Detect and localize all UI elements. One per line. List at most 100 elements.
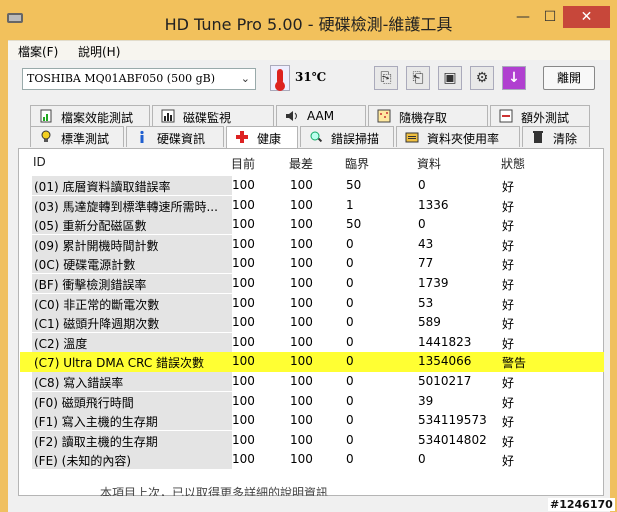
raw-data-value: 5010217 — [418, 374, 472, 388]
attribute-name: (F0) 磁頭飛行時間 — [34, 395, 134, 410]
table-row[interactable]: (FE) (未知的內容) 100 100 0 0 好 — [20, 450, 604, 470]
table-row[interactable]: (0C) 硬碟電源計數 100 100 0 77 好 — [20, 254, 604, 274]
column-header-status[interactable]: 狀態 — [501, 155, 525, 172]
table-row[interactable]: (F1) 寫入主機的生存期 100 100 0 534119573 好 — [20, 411, 604, 431]
tab-erase[interactable]: 清除 — [522, 126, 590, 147]
tab-extra-tests[interactable]: 額外測試 — [490, 105, 590, 126]
worst-value: 100 — [290, 197, 313, 212]
table-row[interactable]: (F2) 讀取主機的生存期 100 100 0 534014802 好 — [20, 430, 604, 451]
smart-attributes-table: ID 目前 最差 臨界 資料 狀態 (01) 底層資料讀取錯誤率 100 100 50… — [18, 148, 604, 496]
column-header-threshold[interactable]: 臨界 — [345, 155, 369, 172]
worst-value: 100 — [290, 334, 313, 349]
health-cross-icon — [236, 131, 248, 143]
raw-data-value: 39 — [418, 393, 434, 408]
table-row[interactable]: (03) 馬達旋轉到標準轉速所需時... 100 100 1 1336 好 — [20, 195, 604, 216]
download-button[interactable]: ↓ — [502, 66, 526, 90]
threshold-value: 50 — [346, 217, 362, 232]
tab-disk-monitor[interactable]: 磁碟監視 — [152, 105, 274, 126]
table-row[interactable]: (C8) 寫入錯誤率 100 100 0 5010217 好 — [20, 372, 604, 392]
exit-button[interactable]: 離開 — [543, 66, 595, 90]
column-header-data[interactable]: 資料 — [417, 155, 441, 172]
minimize-button[interactable]: — — [510, 6, 536, 28]
table-row[interactable]: (C7) Ultra DMA CRC 錯誤次數 100 100 0 1354066 警告 — [20, 352, 604, 373]
tab-aam[interactable]: AAM — [276, 105, 366, 126]
status-value: 好 — [502, 278, 515, 292]
title-bar[interactable]: HD Tune Pro 5.00 - 硬碟檢測-維護工具 — ☐ ✕ — [0, 0, 617, 40]
threshold-value: 0 — [346, 393, 354, 408]
worst-value: 100 — [290, 256, 313, 271]
table-row[interactable]: (F0) 磁頭飛行時間 100 100 0 39 好 — [20, 391, 604, 412]
worst-value: 100 — [290, 413, 313, 428]
threshold-value: 0 — [346, 432, 354, 447]
column-header-current[interactable]: 目前 — [231, 155, 255, 172]
worst-value: 100 — [290, 393, 313, 408]
chevron-down-icon: ⌄ — [240, 72, 250, 85]
column-header-id[interactable]: ID — [33, 155, 46, 169]
worst-value: 100 — [290, 374, 313, 388]
menu-help[interactable]: 說明(H) — [78, 43, 120, 60]
status-value: 好 — [502, 297, 515, 312]
trash-icon — [533, 131, 543, 143]
tab-health[interactable]: 健康 — [226, 126, 298, 148]
copy-all-button[interactable]: ⎗ — [406, 66, 430, 90]
options-button[interactable]: ⚙ — [470, 66, 494, 90]
status-value: 好 — [502, 376, 515, 390]
info-icon — [140, 130, 144, 143]
tab-label: 額外測試 — [521, 111, 570, 125]
column-header-worst[interactable]: 最差 — [289, 155, 313, 172]
worst-value: 100 — [290, 276, 313, 290]
raw-data-value: 77 — [418, 256, 434, 271]
close-button[interactable]: ✕ — [563, 6, 610, 28]
tab-error-scan[interactable]: 錯誤掃描 — [300, 126, 394, 147]
threshold-value: 0 — [346, 334, 354, 349]
table-row[interactable]: (C1) 磁頭升降週期次數 100 100 0 589 好 — [20, 313, 604, 333]
threshold-value: 0 — [346, 452, 354, 467]
tab-benchmark[interactable]: 標準測試 — [30, 126, 124, 147]
attribute-name: (FE) (未知的內容) — [34, 454, 132, 469]
table-row[interactable]: (BF) 衝擊檢測錯誤率 100 100 0 1739 好 — [20, 274, 604, 294]
status-value: 好 — [502, 199, 515, 214]
attribute-name: (C8) 寫入錯誤率 — [34, 376, 124, 390]
tab-folder-usage[interactable]: 資料夾使用率 — [396, 126, 520, 147]
copy-all-icon: ⎗ — [412, 70, 424, 86]
maximize-button[interactable]: ☐ — [537, 6, 563, 28]
menu-file[interactable]: 檔案(F) — [18, 43, 58, 60]
random-access-icon — [377, 109, 391, 123]
lightbulb-icon — [41, 130, 51, 142]
current-value: 100 — [232, 315, 255, 330]
current-value: 100 — [232, 276, 255, 290]
tab-label: 錯誤掃描 — [331, 132, 380, 146]
attribute-name: (05) 重新分配磁區數 — [34, 219, 147, 234]
table-row[interactable]: (05) 重新分配磁區數 100 100 50 0 好 — [20, 215, 604, 235]
attribute-name: (C1) 磁頭升降週期次數 — [34, 317, 160, 332]
save-button[interactable]: ▣ — [438, 66, 462, 90]
current-value: 100 — [232, 393, 255, 408]
tab-file-benchmark[interactable]: 檔案效能測試 — [30, 105, 150, 126]
thermometer-icon — [270, 65, 290, 91]
table-row[interactable]: (C0) 非正常的斷電次數 100 100 0 53 好 — [20, 293, 604, 314]
copy-icon: ⎘ — [380, 70, 392, 86]
drive-select[interactable]: TOSHIBA MQ01ABF050 (500 gB) ⌄ — [22, 68, 256, 90]
temperature-readout: 31℃ — [295, 70, 327, 84]
table-row[interactable]: (09) 累計開機時間計數 100 100 0 43 好 — [20, 234, 604, 255]
current-value: 100 — [232, 432, 255, 447]
raw-data-value: 0 — [418, 452, 426, 467]
status-value: 好 — [502, 180, 515, 194]
status-value: 警告 — [502, 356, 527, 371]
extra-tests-icon — [499, 109, 513, 123]
tab-drive-info[interactable]: 硬碟資訊 — [126, 126, 224, 147]
raw-data-value: 0 — [418, 217, 426, 232]
table-row[interactable]: (C2) 溫度 100 100 0 1441823 好 — [20, 332, 604, 353]
description-text: 本項目上次，已以取得更多詳細的說明資訊 — [100, 486, 329, 496]
raw-data-value: 534119573 — [418, 413, 487, 428]
copy-button[interactable]: ⎘ — [374, 66, 398, 90]
worst-value: 100 — [290, 295, 313, 310]
tab-random-access[interactable]: 隨機存取 — [368, 105, 488, 126]
tab-label: 清除 — [553, 132, 578, 146]
worst-value: 100 — [290, 236, 313, 251]
threshold-value: 0 — [346, 354, 354, 369]
threshold-value: 0 — [346, 413, 354, 428]
raw-data-value: 43 — [418, 236, 434, 251]
status-value: 好 — [502, 238, 515, 253]
table-row[interactable]: (01) 底層資料讀取錯誤率 100 100 50 0 好 — [20, 176, 604, 196]
